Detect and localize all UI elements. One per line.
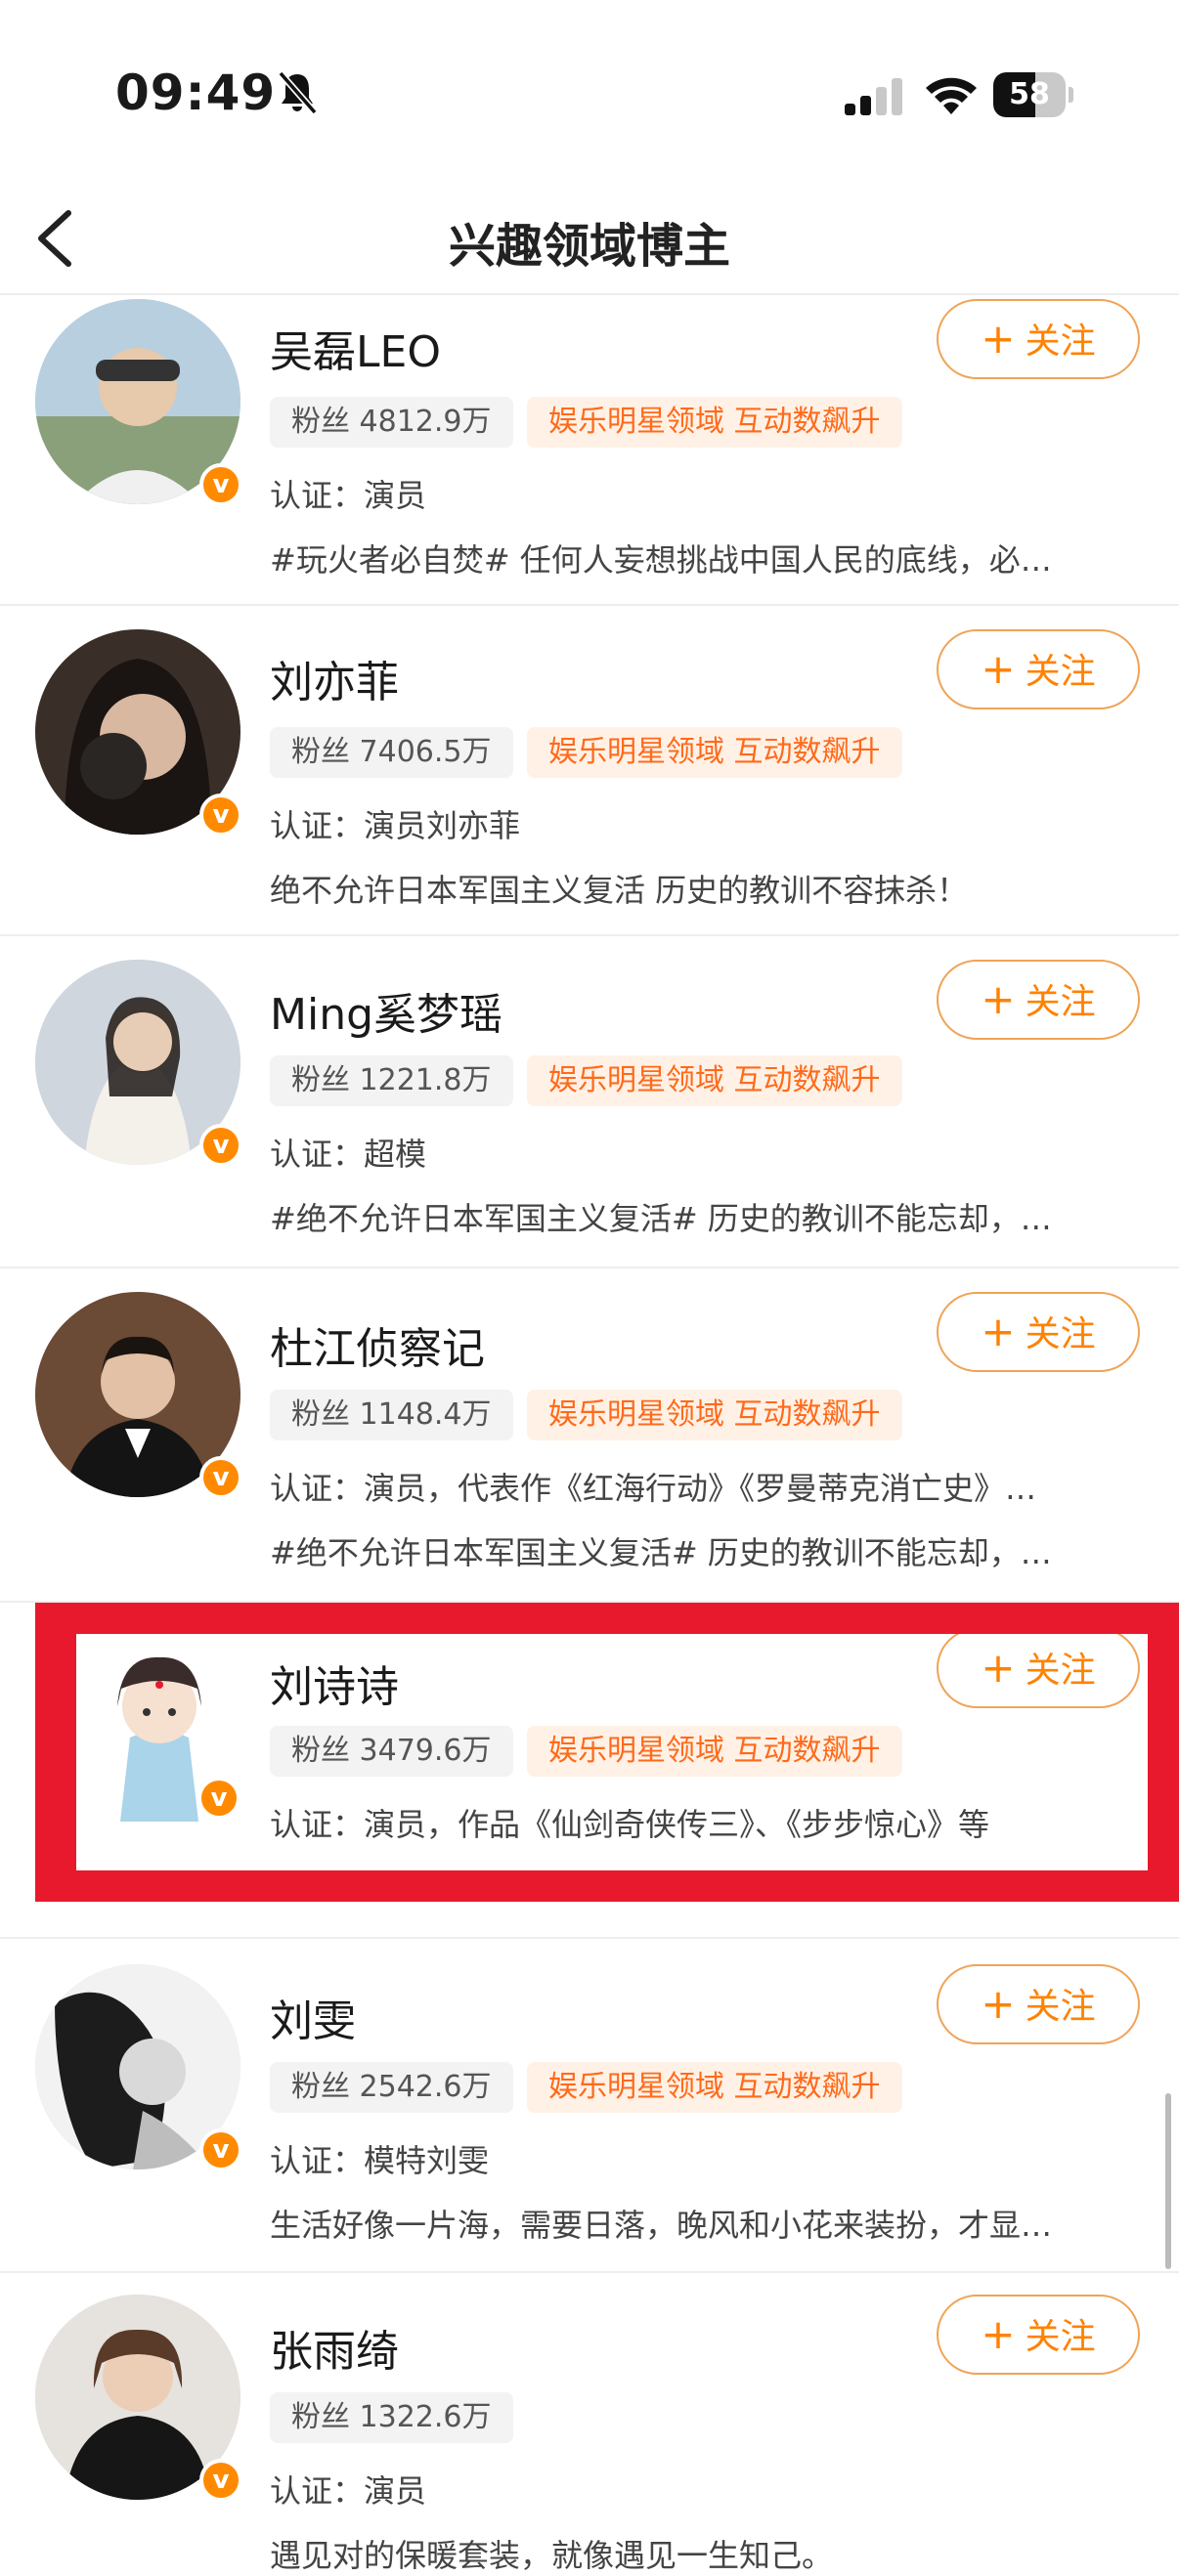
follow-button[interactable]: + 关注 (937, 1628, 1140, 1708)
signal-icon (845, 78, 902, 115)
list-item[interactable]: v Ming奚梦瑶 + 关注 粉丝 1221.8万 娱乐明星领域 互动数飙升 认证… (0, 934, 1179, 1268)
post-preview[interactable]: 遇见对的保暖套装，就像遇见一生知己。 (270, 2531, 1130, 2576)
list-item[interactable]: v 吴磊LEO + 关注 粉丝 4812.9万 娱乐明星领域 互动数飙升 认证：演… (0, 295, 1179, 606)
verification-text: 认证：演员 (270, 2472, 427, 2510)
follow-button[interactable]: + 关注 (937, 1964, 1140, 2044)
avatar[interactable]: v (35, 960, 242, 1167)
fans-count: 粉丝 1322.6万 (270, 2392, 513, 2443)
domain-tag: 娱乐明星领域 互动数飙升 (527, 1055, 902, 1106)
plus-icon: + (981, 975, 1016, 1023)
avatar[interactable]: v (35, 299, 242, 506)
wifi-icon (926, 77, 977, 114)
post-preview[interactable]: #绝不允许日本军国主义复活# 历史的教训不能忘却，… (270, 1194, 1130, 1239)
plus-icon: + (981, 2310, 1016, 2358)
verified-v-icon: v (199, 794, 242, 837)
post-preview[interactable]: 生活好像一片海，需要日落，晚风和小花来装扮，才显… (270, 2201, 1130, 2246)
plus-icon: + (981, 1644, 1016, 1692)
verification-text: 认证：演员 (270, 477, 427, 514)
nav-bar: 兴趣领域博主 (0, 186, 1179, 295)
battery-percent: 58 (1009, 77, 1050, 111)
verification-text: 认证：超模 (270, 1136, 427, 1173)
domain-tag: 娱乐明星领域 互动数飙升 (527, 1726, 902, 1777)
follow-button[interactable]: + 关注 (937, 299, 1140, 379)
fans-count: 粉丝 1148.4万 (270, 1390, 513, 1440)
plus-icon: + (981, 645, 1016, 693)
verification-text: 认证：模特刘雯 (270, 2142, 490, 2179)
avatar[interactable]: v (35, 2295, 242, 2502)
domain-tag: 娱乐明星领域 互动数飙升 (527, 397, 902, 448)
fans-count: 粉丝 1221.8万 (270, 1055, 513, 1106)
avatar[interactable]: v (35, 629, 242, 837)
list-item[interactable]: v 刘雯 + 关注 粉丝 2542.6万 娱乐明星领域 互动数飙升 认证：模特刘雯… (0, 1937, 1179, 2273)
verification-text: 认证：演员，代表作《红海行动》《罗曼蒂克消亡史》… (270, 1470, 1037, 1507)
domain-tag: 娱乐明星领域 互动数飙升 (527, 727, 902, 778)
verified-v-icon: v (199, 2128, 242, 2171)
blogger-name[interactable]: 张雨绮 (270, 2316, 399, 2379)
list-item[interactable]: v 刘亦菲 + 关注 粉丝 7406.5万 娱乐明星领域 互动数飙升 认证：演员刘… (0, 604, 1179, 936)
status-time: 09:49 (115, 64, 277, 121)
plus-icon: + (981, 1980, 1016, 2028)
verification-text: 认证：演员刘亦菲 (270, 807, 521, 844)
plus-icon: + (981, 1308, 1016, 1355)
post-preview[interactable]: #绝不允许日本军国主义复活# 历史的教训不能忘却，… (270, 1528, 1130, 1573)
verified-v-icon: v (199, 1456, 242, 1499)
fans-count: 粉丝 2542.6万 (270, 2062, 513, 2113)
blogger-name[interactable]: 吴磊LEO (270, 317, 441, 379)
domain-tag: 娱乐明星领域 互动数飙升 (527, 1390, 902, 1440)
post-preview[interactable]: 绝不允许日本军国主义复活 历史的教训不容抹杀！ (270, 866, 1130, 911)
blogger-name[interactable]: 杜江侦察记 (270, 1313, 485, 1376)
verified-v-icon: v (199, 463, 242, 506)
follow-button[interactable]: + 关注 (937, 960, 1140, 1040)
follow-button[interactable]: + 关注 (937, 2295, 1140, 2375)
scrollbar[interactable] (1165, 2093, 1171, 2269)
fans-count: 粉丝 4812.9万 (270, 397, 513, 448)
follow-button[interactable]: + 关注 (937, 1292, 1140, 1372)
domain-tag: 娱乐明星领域 互动数飙升 (527, 2062, 902, 2113)
blogger-name[interactable]: 刘亦菲 (270, 647, 399, 709)
plus-icon: + (981, 315, 1016, 363)
verification-text: 认证：演员，作品《仙剑奇侠传三》、《步步惊心》等 (270, 1806, 990, 1843)
status-bar: 09:49 58 (0, 0, 1179, 186)
blogger-name[interactable]: Ming奚梦瑶 (270, 979, 502, 1042)
verified-v-icon: v (199, 2459, 242, 2502)
fans-count: 粉丝 7406.5万 (270, 727, 513, 778)
list-item[interactable]: v 刘诗诗 + 关注 粉丝 3479.6万 娱乐明星领域 互动数飙升 认证：演员，… (0, 1601, 1179, 1937)
page-title: 兴趣领域博主 (448, 219, 730, 274)
verified-v-icon: v (199, 1124, 242, 1167)
list-item[interactable]: v 张雨绮 + 关注 粉丝 1322.6万 认证：演员 遇见对的保暖套装，就像遇见… (0, 2269, 1179, 2574)
post-preview[interactable]: #玩火者必自焚# 任何人妄想挑战中国人民的底线，必… (270, 536, 1130, 580)
avatar[interactable]: v (76, 1630, 242, 1822)
bell-slash-icon (278, 70, 318, 115)
avatar[interactable]: v (35, 1964, 242, 2171)
follow-button[interactable]: + 关注 (937, 629, 1140, 709)
fans-count: 粉丝 3479.6万 (270, 1726, 513, 1777)
avatar[interactable]: v (35, 1292, 242, 1499)
blogger-name[interactable]: 刘雯 (270, 1986, 356, 2048)
verified-v-icon: v (197, 1777, 240, 1820)
battery-icon: 58 (993, 72, 1073, 117)
blogger-name[interactable]: 刘诗诗 (270, 1652, 399, 1714)
list-item[interactable]: v 杜江侦察记 + 关注 粉丝 1148.4万 娱乐明星领域 互动数飙升 认证：演… (0, 1267, 1179, 1603)
